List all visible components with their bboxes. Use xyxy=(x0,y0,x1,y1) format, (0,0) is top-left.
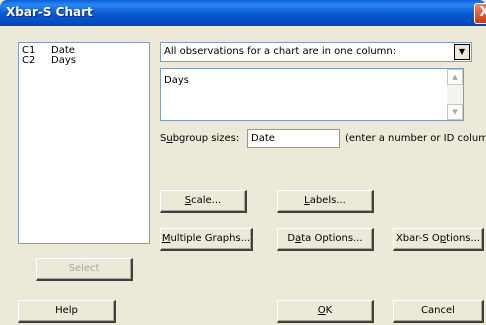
xbar-s-options-button[interactable]: Xbar-S Options... xyxy=(393,228,484,251)
data-arrangement-dropdown[interactable]: All observations for a chart are in one … xyxy=(160,42,472,62)
close-button[interactable]: X xyxy=(474,3,486,24)
scroll-down-icon[interactable]: ▼ xyxy=(447,104,463,120)
cancel-button[interactable]: Cancel xyxy=(393,300,484,323)
subgroup-sizes-input[interactable]: Date xyxy=(247,129,340,148)
variable-column-id: C2 xyxy=(22,55,36,66)
dropdown-selected-value: All observations for a chart are in one … xyxy=(164,46,397,57)
select-button[interactable]: Select xyxy=(36,258,133,281)
subgroup-sizes-value: Date xyxy=(251,133,275,144)
data-options-button[interactable]: Data Options... xyxy=(277,228,374,251)
subgroup-sizes-label: Subgroup sizes: xyxy=(160,133,240,144)
scale-button[interactable]: Scale... xyxy=(160,190,247,213)
ok-button[interactable]: OK xyxy=(277,300,374,323)
labels-button[interactable]: Labels... xyxy=(277,190,374,213)
variable-name: Days xyxy=(51,55,76,66)
multiple-graphs-button[interactable]: Multiple Graphs... xyxy=(160,228,253,251)
title-bar: Xbar-S Chart X xyxy=(0,0,486,26)
window-title: Xbar-S Chart xyxy=(6,5,93,19)
scroll-up-icon[interactable]: ▲ xyxy=(447,69,463,85)
subgroup-sizes-hint: (enter a number or ID column) xyxy=(345,133,486,144)
variables-listbox[interactable]: C1 Date C2 Days xyxy=(18,42,150,244)
help-button[interactable]: Help xyxy=(18,300,116,323)
variables-textarea[interactable]: Days ▲ ▼ xyxy=(160,68,464,121)
variables-textarea-value: Days xyxy=(164,75,189,86)
close-icon: X xyxy=(479,5,486,20)
vertical-scrollbar[interactable]: ▲ ▼ xyxy=(447,69,463,120)
dropdown-arrow-icon[interactable]: ▼ xyxy=(454,44,470,60)
